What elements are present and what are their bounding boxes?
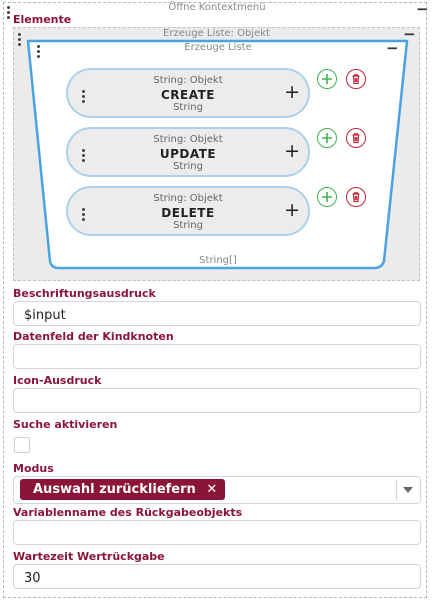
item-value: CREATE [161,88,215,102]
inner-list-collapse-icon[interactable]: − [386,41,399,56]
context-menu-title: Öffne Kontextmenü [168,2,266,13]
add-icon[interactable] [317,69,337,89]
variable-name-input[interactable] [13,520,421,545]
inner-list-drag-icon[interactable] [37,45,41,60]
item-type-label: String: Objekt [153,193,223,204]
icon-expression-input[interactable] [13,388,421,413]
item-type-label: String: Objekt [153,134,223,145]
trash-icon[interactable] [346,187,366,207]
item-value: DELETE [161,206,215,220]
outer-list-drag-icon[interactable] [18,33,22,48]
expand-icon[interactable]: + [284,82,300,102]
item-sub-label: String [173,220,203,231]
list-item[interactable]: String: Objekt CREATE String + [66,68,310,118]
mode-label: Modus [13,462,54,475]
mode-chip-label: Auswahl zurückliefern [33,482,196,497]
list-item[interactable]: String: Objekt UPDATE String + [66,127,310,177]
beschriftung-label: Beschriftungsausdruck [13,287,156,300]
list-item[interactable]: String: Objekt DELETE String + [66,186,310,236]
expand-icon[interactable]: + [284,141,300,161]
collapse-icon[interactable]: − [416,2,429,17]
add-icon[interactable] [317,187,337,207]
wait-time-label: Wartezeit Wertrückgabe [13,550,165,563]
icon-expression-label: Icon-Ausdruck [13,374,102,387]
datenfeld-input[interactable] [13,344,421,369]
select-divider [396,480,397,500]
drag-handle-icon[interactable] [7,6,11,21]
beschriftung-input[interactable]: $input [13,301,421,326]
search-toggle-label: Suche aktivieren [13,418,118,431]
expand-icon[interactable]: + [284,200,300,220]
inner-list-title: Erzeuge Liste [184,42,252,53]
elements-label: Elemente [13,13,72,26]
list-type-label: String[] [199,255,237,266]
mode-chip: Auswahl zurückliefern ✕ [20,479,226,500]
chevron-down-icon[interactable] [403,487,413,493]
datenfeld-label: Datenfeld der Kindknoten [13,330,174,343]
item-sub-label: String [173,161,203,172]
item-type-label: String: Objekt [153,75,223,86]
wait-time-input[interactable]: 30 [13,564,421,589]
trash-icon[interactable] [346,128,366,148]
item-value: UPDATE [159,147,217,161]
mode-select[interactable]: Auswahl zurückliefern ✕ [13,476,421,504]
variable-name-label: Variablenname des Rückgabeobjekts [13,506,243,519]
item-sub-label: String [173,102,203,113]
search-checkbox[interactable] [14,437,30,453]
add-icon[interactable] [317,128,337,148]
remove-chip-icon[interactable]: ✕ [206,482,217,497]
trash-icon[interactable] [346,69,366,89]
